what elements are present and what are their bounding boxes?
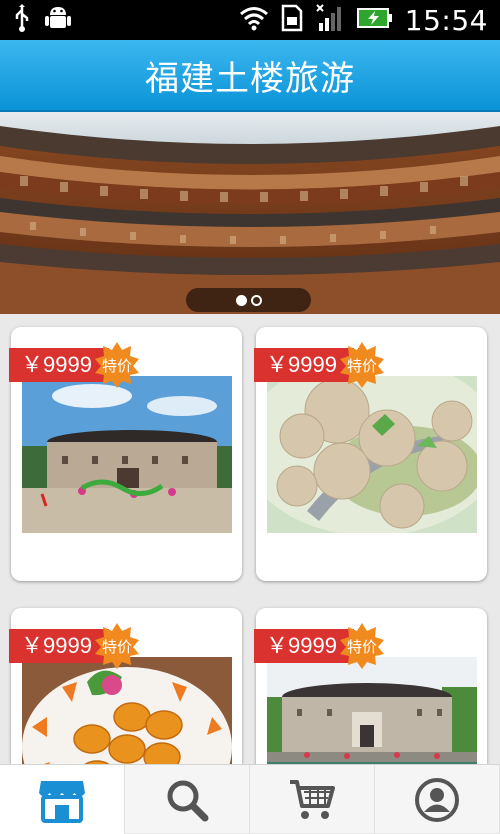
nav-tab-profile[interactable]	[375, 765, 500, 834]
page-title: 福建土楼旅游	[145, 58, 355, 99]
carousel-dot-1[interactable]	[235, 294, 247, 306]
meatball-soup-photo	[267, 376, 477, 533]
status-bar: 15:54	[0, 0, 500, 40]
product-card[interactable]: ￥9999 特价	[254, 608, 487, 764]
special-offer-badge: 特价	[338, 341, 386, 389]
product-grid: ￥9999 特价 ￥9999 特价 ￥9999 特价 ￥9999 特价	[0, 314, 500, 764]
nav-tab-search[interactable]	[125, 765, 250, 834]
status-time: 15:54	[404, 3, 488, 37]
banner-carousel[interactable]	[0, 112, 500, 314]
nav-tab-store[interactable]	[0, 765, 125, 834]
battery-charging-icon	[356, 7, 393, 33]
store-icon	[39, 780, 85, 823]
product-card[interactable]: ￥9999 特价	[254, 327, 487, 581]
android-debug-icon	[44, 3, 72, 37]
special-offer-badge: 特价	[93, 622, 141, 670]
sim-icon	[281, 4, 303, 36]
profile-icon	[415, 777, 459, 822]
tulou-courtyard-photo	[0, 112, 500, 314]
app-header: 福建土楼旅游	[0, 40, 500, 112]
search-icon	[167, 780, 209, 821]
product-image	[267, 657, 477, 764]
bottom-nav	[0, 764, 500, 834]
special-offer-badge: 特价	[93, 341, 141, 389]
tulou-lakeside-photo	[267, 657, 477, 764]
special-offer-badge: 特价	[338, 622, 386, 670]
product-image	[22, 657, 232, 764]
product-card[interactable]: ￥9999 特价	[9, 327, 242, 581]
signal-icon	[315, 3, 345, 37]
product-image	[267, 376, 477, 533]
fried-cakes-plate-photo	[22, 657, 232, 764]
nav-tab-cart[interactable]	[250, 765, 375, 834]
usb-icon	[12, 4, 32, 36]
carousel-indicator	[186, 288, 311, 312]
cart-icon	[290, 779, 335, 819]
carousel-dot-2[interactable]	[250, 294, 262, 306]
wifi-icon	[239, 5, 269, 35]
product-image	[22, 376, 232, 533]
product-card[interactable]: ￥9999 特价	[9, 608, 242, 764]
tulou-exterior-festival-photo	[22, 376, 232, 533]
